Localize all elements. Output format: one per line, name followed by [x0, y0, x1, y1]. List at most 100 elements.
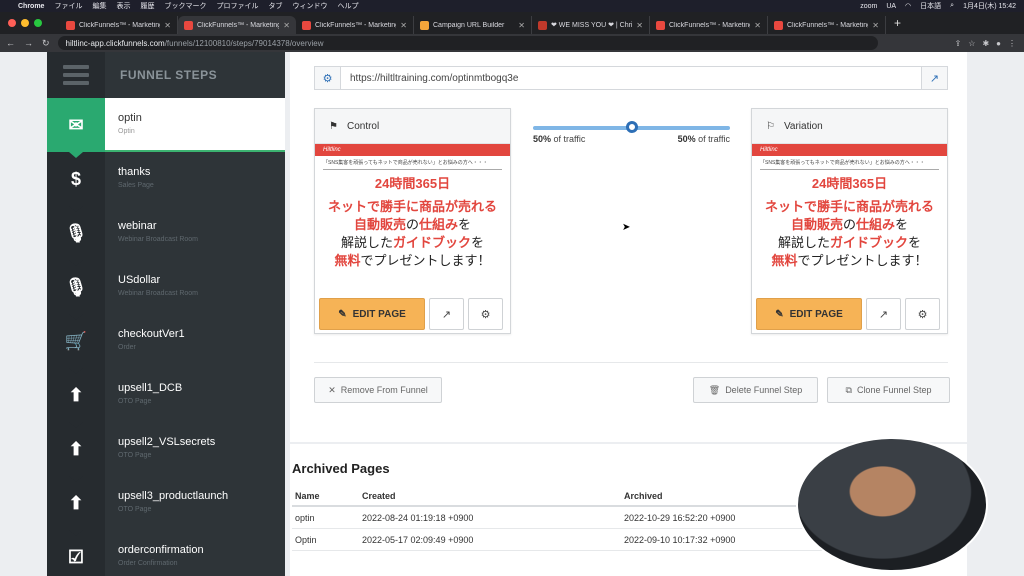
open-url-external-icon[interactable]: ↗: [921, 66, 948, 90]
step-text: webinar Webinar Broadcast Room: [105, 206, 198, 260]
arrow-up-icon: ⬆: [47, 422, 105, 482]
sidebar-item-upsell2-vslsecrets[interactable]: ⬆ upsell2_VSLsecrets OTO Page: [47, 422, 285, 482]
variation-variant-card: ⚐ Variation Hiltlinc 「SNS集客を頑張ってもネットで商品が…: [751, 108, 948, 334]
clone-funnel-step-button[interactable]: ⧉ Clone Funnel Step: [827, 377, 950, 403]
sidebar-item-thanks[interactable]: $ thanks Sales Page: [47, 152, 285, 212]
browser-tab[interactable]: ClickFunnels™ - Marketing Fu✕: [768, 16, 886, 34]
ua-status[interactable]: UA: [886, 3, 896, 10]
forward-icon[interactable]: →: [24, 38, 33, 49]
zoom-window-button[interactable]: [34, 19, 42, 27]
slider-handle[interactable]: [625, 121, 638, 133]
delete-funnel-step-button[interactable]: 🗑 Delete Funnel Step: [693, 377, 818, 403]
menu-icon[interactable]: ⋮: [1008, 39, 1016, 48]
hamburger-menu-icon[interactable]: [47, 52, 105, 98]
sidebar-item-optin[interactable]: ✉ optin Optin: [47, 98, 285, 158]
variation-page-preview[interactable]: 「SNS集客を頑張ってもネットで商品が売れない」とお悩みの方へ・・・ 24時間3…: [752, 156, 947, 296]
control-settings-gear-icon[interactable]: ⚙: [468, 298, 503, 330]
minimize-window-button[interactable]: [21, 19, 29, 27]
sidebar-item-webinar[interactable]: 🎙 webinar Webinar Broadcast Room: [47, 206, 285, 266]
back-icon[interactable]: ←: [6, 38, 15, 49]
sidebar-item-checkoutver1[interactable]: 🛒 checkoutVer1 Order: [47, 314, 285, 374]
mouse-cursor-icon: ➤: [622, 222, 631, 233]
url-settings-gear-icon[interactable]: ⚙: [314, 66, 341, 90]
remove-from-funnel-button[interactable]: ✕ Remove From Funnel: [314, 377, 442, 403]
menubar-item-bookmarks[interactable]: ブックマーク: [164, 1, 206, 11]
cell-created: 2022-08-24 01:19:18 +0900: [359, 506, 621, 529]
preview-line-5: 無料でプレゼントします！: [323, 252, 502, 270]
step-name: optin: [118, 112, 142, 124]
zoom-status[interactable]: zoom: [860, 3, 877, 10]
sidebar-item-orderconfirmation[interactable]: ☑ orderconfirmation Order Confirmation: [47, 530, 285, 576]
profile-icon[interactable]: ●: [996, 39, 1001, 48]
control-open-external-icon[interactable]: ↗: [429, 298, 464, 330]
archived-pages-table: Name Created Archived optin 2022-08-24 0…: [292, 488, 852, 551]
sidebar-item-upsell3-productlaunch[interactable]: ⬆ upsell3_productlaunch OTO Page: [47, 476, 285, 536]
step-text: upsell3_productlaunch OTO Page: [105, 476, 228, 530]
tab-title: ClickFunnels™ - Marketing Fu: [787, 21, 869, 29]
control-traffic-pct: 50% of traffic: [533, 134, 585, 144]
bookmark-star-icon[interactable]: ☆: [968, 39, 975, 48]
sidebar-item-upsell1-dcb[interactable]: ⬆ upsell1_DCB OTO Page: [47, 368, 285, 428]
address-bar[interactable]: hiltlinc-app.clickfunnels.com/funnels/12…: [57, 36, 878, 50]
input-language[interactable]: 日本語: [920, 1, 941, 11]
traffic-split-slider[interactable]: 50% of traffic 50% of traffic: [533, 121, 730, 144]
divider: [314, 362, 948, 363]
share-icon[interactable]: ⇪: [955, 39, 962, 48]
menubar-clock[interactable]: 1月4日(木) 15:42: [963, 1, 1016, 11]
browser-tab[interactable]: Campaign URL Builder ✕: [414, 16, 532, 34]
tab-close-icon[interactable]: ✕: [518, 21, 525, 30]
table-row[interactable]: optin 2022-08-24 01:19:18 +0900 2022-10-…: [292, 506, 852, 529]
tab-close-icon[interactable]: ✕: [636, 21, 643, 30]
browser-tab[interactable]: ClickFunnels™ - Marketing Fu✕: [60, 16, 178, 34]
funnel-step-list: ✉ optin Optin $ thanks Sales Page 🎙 webinar Webi…: [47, 98, 285, 576]
tab-favicon-icon: [656, 20, 665, 30]
variation-edit-page-button[interactable]: ✎ EDIT PAGE: [756, 298, 862, 330]
step-type: OTO Page: [118, 452, 152, 459]
page-url-field[interactable]: https://hiltltraining.com/optinmtbogq3e: [341, 66, 921, 90]
tab-close-icon[interactable]: ✕: [164, 21, 171, 30]
browser-tabbar: ClickFunnels™ - Marketing Fu✕ClickFunnel…: [0, 12, 1024, 34]
browser-tab[interactable]: ClickFunnels™ - Marketing Fu✕: [296, 16, 414, 34]
preview-line4-red: ガイドブック: [392, 235, 471, 250]
menubar-item-profiles[interactable]: プロファイル: [216, 1, 258, 11]
close-window-button[interactable]: [8, 19, 16, 27]
new-tab-button[interactable]: +: [894, 16, 901, 30]
flag-solid-icon: ⚑: [329, 120, 338, 132]
tab-close-icon[interactable]: ✕: [283, 21, 290, 30]
preview-line3-mid: の: [405, 217, 419, 232]
menubar-item-window[interactable]: ウィンドウ: [292, 1, 327, 11]
variation-settings-gear-icon[interactable]: ⚙: [905, 298, 940, 330]
menubar-item-tab[interactable]: タブ: [268, 1, 282, 11]
extensions-area: ⇪ ☆ ✱ ● ⋮: [955, 39, 1016, 48]
tab-close-icon[interactable]: ✕: [754, 21, 761, 30]
table-row[interactable]: Optin 2022-05-17 02:09:49 +0900 2022-09-…: [292, 528, 852, 551]
menubar-item-help[interactable]: ヘルプ: [337, 1, 358, 11]
control-page-preview[interactable]: 「SNS集客を頑張ってもネットで商品が売れない」とお悩みの方へ・・・ 24時間3…: [315, 156, 510, 296]
tab-title: ClickFunnels™ - Marketing Fu: [315, 21, 397, 29]
sidebar-header: FUNNEL STEPS: [47, 52, 285, 98]
menubar-item-view[interactable]: 表示: [116, 1, 130, 11]
menubar-app-name[interactable]: Chrome: [18, 3, 44, 10]
preview-line4-start: 解説した: [777, 235, 830, 250]
browser-tab[interactable]: ❤ WE MISS YOU ❤ | Christi ✕: [532, 16, 650, 34]
tab-close-icon[interactable]: ✕: [400, 21, 407, 30]
preview-line3-end: を: [895, 217, 909, 232]
menubar-item-history[interactable]: 履歴: [140, 1, 154, 11]
menubar-item-file[interactable]: ファイル: [54, 1, 82, 11]
preview-line3-end: を: [458, 217, 472, 232]
menubar-item-edit[interactable]: 編集: [92, 1, 106, 11]
slider-track[interactable]: [533, 121, 730, 133]
reload-icon[interactable]: ↻: [42, 38, 50, 49]
browser-tab[interactable]: ClickFunnels™ - Marketing Fu✕: [178, 16, 296, 34]
wifi-icon[interactable]: ◠: [905, 2, 911, 10]
variation-open-external-icon[interactable]: ↗: [866, 298, 901, 330]
preview-line5-red: 無料: [771, 253, 798, 268]
step-name: upsell1_DCB: [118, 382, 183, 394]
tab-close-icon[interactable]: ✕: [872, 21, 879, 30]
sidebar-item-usdollar[interactable]: 🎙 USdollar Webinar Broadcast Room: [47, 260, 285, 320]
extensions-icon[interactable]: ✱: [982, 39, 989, 48]
preview-line3-red2: 仕組み: [856, 217, 896, 232]
browser-tab[interactable]: ClickFunnels™ - Marketing Fu✕: [650, 16, 768, 34]
search-icon[interactable]: ⌕: [950, 2, 954, 10]
control-edit-page-button[interactable]: ✎ EDIT PAGE: [319, 298, 425, 330]
